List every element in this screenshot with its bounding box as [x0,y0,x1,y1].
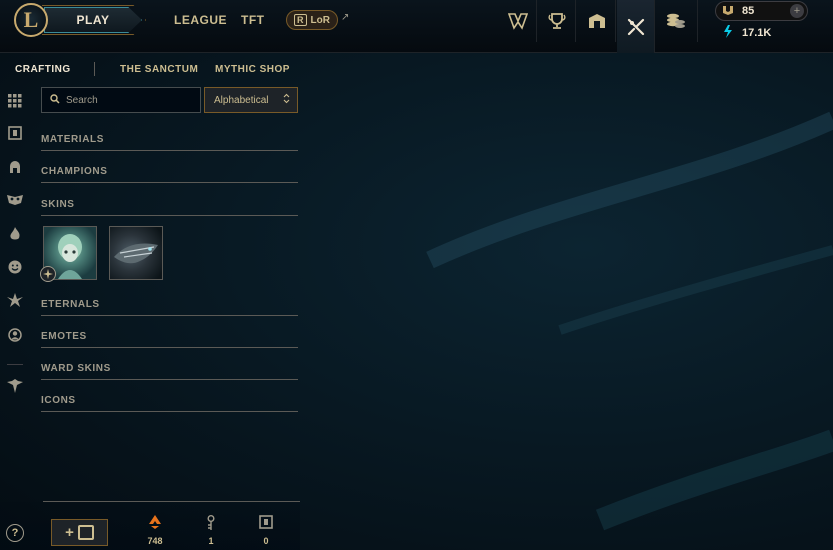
category-eternals[interactable]: ETERNALS [41,299,298,316]
skin-portrait [114,243,158,264]
search-field[interactable] [41,87,201,113]
sort-selected-label: Alphabetical [214,94,269,106]
ward-skins-icon[interactable] [6,291,24,309]
external-link-icon: ↗ [341,12,350,23]
category-materials[interactable]: MATERIALS [41,134,298,151]
tab-crafting[interactable]: CRAFTING [15,64,71,75]
lor-label: LoR [310,14,330,26]
blue-essence-value: 17.1K [742,27,772,39]
shard-badge-icon [40,266,56,282]
subnav-divider [94,62,95,76]
category-ward-skins[interactable]: WARD SKINS [41,363,298,380]
plus-icon: + [65,524,74,541]
help-button[interactable]: ? [6,524,24,542]
orange-essence-icon [140,515,170,532]
search-input[interactable] [66,94,196,106]
dropdown-arrows-icon [283,93,290,107]
trophy-icon[interactable] [538,0,576,42]
nav-league[interactable]: LEAGUE [174,13,227,27]
lor-button[interactable]: R LoR [286,10,338,30]
orange-essence-value: 748 [147,536,163,546]
skin-shard-item[interactable] [109,226,163,280]
emotes-face-icon[interactable] [6,258,24,276]
category-emotes[interactable]: EMOTES [41,331,298,348]
sanctum-arrow-icon[interactable] [6,377,24,395]
key-icon [196,515,226,532]
store-icon[interactable] [657,0,695,42]
league-logo[interactable]: L [14,3,48,37]
category-skins[interactable]: SKINS [41,199,298,216]
key-counter: 1 [196,515,226,546]
purchase-chest-button[interactable]: + [51,519,108,546]
collection-icon[interactable] [578,0,616,42]
worlds-icon[interactable] [499,0,537,42]
blue-essence-icon [722,25,734,41]
search-icon [50,93,60,107]
riot-points-icon [722,4,734,19]
loot-icon[interactable] [617,0,655,53]
champions-helmet-icon[interactable] [6,158,24,176]
eternals-flame-icon[interactable] [6,225,24,243]
sort-dropdown[interactable]: Alphabetical [204,87,298,113]
riot-points-value: 85 [742,5,755,17]
lor-logo-icon: R [294,14,307,26]
materials-chest-icon[interactable] [6,124,24,142]
chest-icon [77,525,94,540]
footer-divider [43,501,300,502]
chest-counter-icon [251,515,281,532]
tab-mythic-shop[interactable]: MYTHIC SHOP [215,64,290,75]
skins-mask-icon[interactable] [6,191,24,209]
orange-essence-counter: 748 [140,515,170,546]
add-riot-points-button[interactable]: + [790,4,804,18]
all-items-grid-icon[interactable] [6,92,24,110]
nav-tft[interactable]: TFT [241,13,265,27]
rail-divider [7,364,23,365]
key-value: 1 [208,536,214,546]
topbar-divider [697,0,698,42]
tab-the-sanctum[interactable]: THE SANCTUM [120,64,198,75]
chest-value: 0 [263,536,269,546]
category-champions[interactable]: CHAMPIONS [41,166,298,183]
icons-profile-icon[interactable] [6,326,24,344]
play-button[interactable]: PLAY [44,7,142,33]
category-icons[interactable]: ICONS [41,395,298,412]
chest-counter: 0 [251,515,281,546]
